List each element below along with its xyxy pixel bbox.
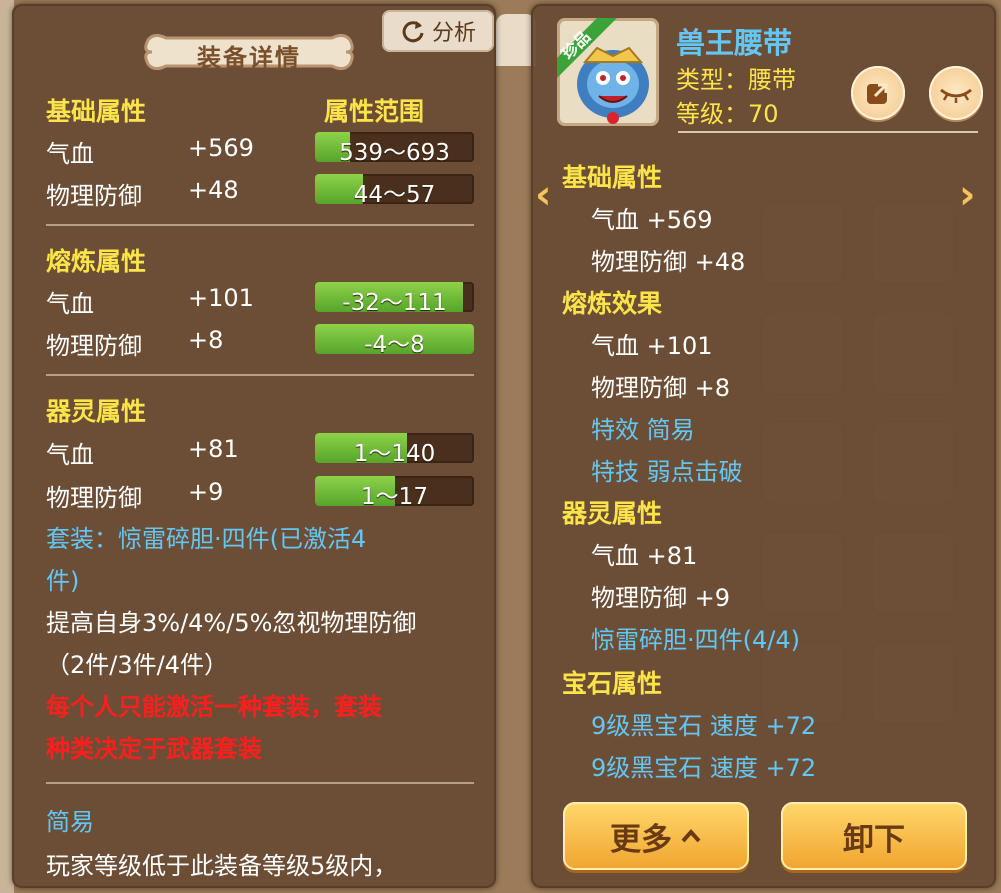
attr-value: +8	[188, 326, 224, 354]
suit-name: 套装：惊雷碎胆·四件(已激活4 件)	[46, 518, 466, 602]
refresh-icon	[402, 21, 424, 43]
smelt-attr-heading: 熔炼属性	[46, 247, 147, 276]
suit-line: 件)	[46, 567, 80, 595]
more-button[interactable]: 更多	[563, 802, 749, 870]
stat-row: 物理防御 +9	[591, 584, 731, 612]
panel-title: 装备详情	[197, 44, 301, 72]
equipment-detail-panel: 装备详情 分析 基础属性 属性范围 气血 +569 539～693 物理防御 +…	[12, 4, 496, 888]
attr-range-bar: 1～140	[315, 433, 474, 463]
share-button[interactable]	[851, 66, 905, 120]
smelt-effect-heading: 熔炼效果	[562, 289, 663, 318]
stat-row: 物理防御 +8	[591, 374, 731, 402]
section-divider	[46, 224, 474, 226]
effect-description: 玩家等级低于此装备等级5级内，	[46, 852, 398, 880]
unequip-button[interactable]: 卸下	[781, 802, 967, 870]
attr-range-heading: 属性范围	[324, 97, 425, 126]
attr-name: 气血	[46, 441, 94, 469]
suit-desc-line: 提高自身3%/4%/5%忽视物理防御	[46, 609, 417, 637]
attr-range-bar: -4～8	[315, 324, 474, 354]
more-label: 更多	[610, 821, 672, 858]
range-text: 1～140	[353, 441, 436, 463]
unequip-label: 卸下	[843, 821, 905, 858]
analyze-label: 分析	[431, 21, 476, 46]
attr-name: 物理防御	[46, 332, 142, 360]
range-text: -4～8	[364, 332, 425, 354]
suit-desc-line: （2件/3件/4件）	[46, 651, 228, 679]
next-arrow-icon[interactable]: ›	[959, 172, 975, 218]
item-level: 等级：70	[676, 100, 779, 128]
basic-attr-heading: 基础属性	[562, 163, 663, 192]
item-name: 兽王腰带	[676, 26, 793, 60]
gem-attr-heading: 宝石属性	[562, 669, 663, 698]
attr-value: +48	[188, 176, 239, 204]
stat-row: 气血 +569	[591, 206, 713, 234]
stat-row: 气血 +101	[591, 332, 713, 360]
attr-range-bar: 539～693	[315, 132, 474, 162]
header-divider	[678, 131, 978, 133]
item-type: 类型：腰带	[676, 66, 796, 94]
attr-name: 物理防御	[46, 182, 142, 210]
attr-value: +81	[188, 435, 239, 463]
chevron-up-icon	[681, 828, 701, 843]
warning-line: 每个人只能激活一种套装，套装	[46, 693, 382, 721]
item-info-panel: 珍品 兽王腰带 类型：腰带 等级：70 ‹ › 基础属性 气血 +569 物理防…	[531, 4, 996, 888]
item-icon-frame: 珍品	[557, 18, 659, 126]
suit-description: 提高自身3%/4%/5%忽视物理防御 （2件/3件/4件）	[46, 602, 466, 686]
section-divider	[46, 374, 474, 376]
gem-row: 9级黑宝石 速度 +72	[591, 712, 817, 740]
range-text: 539～693	[339, 140, 450, 162]
suit-row: 惊雷碎胆·四件(4/4)	[591, 626, 800, 654]
prev-arrow-icon[interactable]: ‹	[535, 172, 551, 218]
attr-name: 物理防御	[46, 484, 142, 512]
attr-value: +101	[188, 284, 254, 312]
warning-line: 种类决定于武器套装	[46, 735, 262, 763]
suit-line: 套装：惊雷碎胆·四件(已激活4	[46, 525, 367, 553]
suit-warning: 每个人只能激活一种套装，套装 种类决定于武器套装	[46, 686, 466, 770]
range-text: 44～57	[353, 182, 436, 204]
attr-value: +569	[188, 134, 254, 162]
attr-value: +9	[188, 478, 224, 506]
spirit-attr-heading: 器灵属性	[46, 397, 147, 426]
effect-row: 特效 简易	[591, 416, 695, 444]
panel-title-banner: 装备详情	[142, 30, 356, 74]
attr-name: 气血	[46, 140, 94, 168]
section-divider	[46, 782, 474, 784]
background-tab	[496, 14, 536, 66]
analyze-button[interactable]: 分析	[382, 10, 494, 52]
range-text: 1～17	[361, 484, 428, 506]
stat-row: 物理防御 +48	[591, 248, 746, 276]
stat-row: 气血 +81	[591, 542, 698, 570]
attr-range-bar: -32～111	[315, 282, 474, 312]
share-icon	[867, 83, 888, 104]
attr-range-bar: 44～57	[315, 174, 474, 204]
gem-row: 9级黑宝石 速度 +72	[591, 754, 817, 782]
basic-attr-heading: 基础属性	[46, 97, 147, 126]
eye-closed-icon	[940, 88, 972, 103]
effect-title: 简易	[46, 808, 94, 836]
spirit-attr-heading: 器灵属性	[562, 499, 663, 528]
attr-name: 气血	[46, 290, 94, 318]
attr-range-bar: 1～17	[315, 476, 474, 506]
range-text: -32～111	[342, 290, 447, 312]
skill-row: 特技 弱点击破	[591, 458, 743, 486]
hide-button[interactable]	[929, 66, 983, 120]
